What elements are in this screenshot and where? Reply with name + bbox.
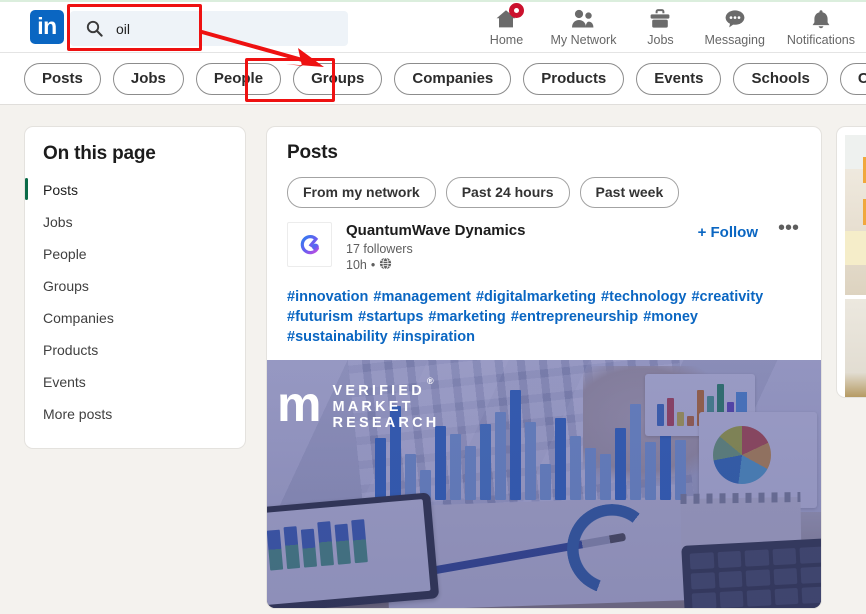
chip-from-my-network[interactable]: From my network <box>287 177 436 208</box>
post-author-followers: 17 followers <box>346 242 694 256</box>
nav-icon-group: Home My Network <box>473 2 866 55</box>
nav-my-network-label: My Network <box>550 33 616 47</box>
post-hashtags: #innovation #management #digitalmarketin… <box>267 273 821 360</box>
follow-button[interactable]: + Follow <box>694 222 762 243</box>
sidebar-item-groups[interactable]: Groups <box>25 270 245 302</box>
hashtag-sustainability[interactable]: #sustainability <box>287 329 388 345</box>
right-card-image: S C <box>845 135 866 295</box>
vmr-wordmark: VERIFIED® MARKET RESEARCH <box>332 378 439 431</box>
nav-messaging[interactable]: Messaging <box>693 2 775 47</box>
hashtag-startups[interactable]: #startups <box>358 309 423 325</box>
nav-jobs[interactable]: Jobs <box>627 2 693 47</box>
nav-my-network[interactable]: My Network <box>539 2 627 47</box>
hashtag-futurism[interactable]: #futurism <box>287 309 353 325</box>
sidebar-item-products[interactable]: Products <box>25 334 245 366</box>
home-notification-badge <box>509 3 524 18</box>
post-time: 10h <box>346 258 367 272</box>
filter-pill-groups[interactable]: Groups <box>293 63 382 95</box>
hashtag-money[interactable]: #money <box>643 309 698 325</box>
search-input[interactable]: oil <box>70 11 348 46</box>
briefcase-icon <box>648 6 672 32</box>
post-author-block: QuantumWave Dynamics 17 followers 10h • <box>346 222 694 273</box>
filter-pill-posts[interactable]: Posts <box>24 63 101 95</box>
hashtag-management[interactable]: #management <box>373 289 471 305</box>
filter-pill-companies[interactable]: Companies <box>394 63 511 95</box>
globe-icon <box>379 257 392 273</box>
linkedin-logo[interactable]: in <box>30 10 64 44</box>
chip-past-24-hours[interactable]: Past 24 hours <box>446 177 570 208</box>
filter-pill-jobs[interactable]: Jobs <box>113 63 184 95</box>
nav-home[interactable]: Home <box>473 2 539 47</box>
search-query-text: oil <box>116 21 130 37</box>
hashtag-technology[interactable]: #technology <box>601 289 686 305</box>
post-media-image[interactable]: m VERIFIED® MARKET RESEARCH <box>267 360 822 608</box>
message-bubble-icon <box>723 6 747 32</box>
hashtag-entrepreneurship[interactable]: #entrepreneurship <box>511 309 638 325</box>
sidebar-item-more-posts[interactable]: More posts <box>25 398 245 430</box>
nav-home-label: Home <box>490 33 523 47</box>
verified-market-research-watermark: m VERIFIED® MARKET RESEARCH <box>277 378 439 431</box>
filter-pill-events[interactable]: Events <box>636 63 721 95</box>
main-content-area: On this page Posts Jobs People Groups Co… <box>0 106 866 614</box>
right-side-partial-card[interactable]: S C <box>836 126 866 398</box>
posts-card-title: Posts <box>267 127 821 164</box>
hashtag-innovation[interactable]: #innovation <box>287 289 368 305</box>
sidebar-item-people[interactable]: People <box>25 238 245 270</box>
filter-pill-products[interactable]: Products <box>523 63 624 95</box>
filter-pill-schools[interactable]: Schools <box>733 63 827 95</box>
filter-pill-people[interactable]: People <box>196 63 281 95</box>
sidebar-item-events[interactable]: Events <box>25 366 245 398</box>
vmr-line-1: VERIFIED <box>332 383 424 399</box>
post-time-separator: • <box>371 258 375 272</box>
people-icon <box>570 6 596 32</box>
post-timestamp-row: 10h • <box>346 257 694 273</box>
posts-results-card: Posts From my network Past 24 hours Past… <box>266 126 822 609</box>
post-header: QuantumWave Dynamics 17 followers 10h • <box>267 222 821 273</box>
hashtag-digitalmarketing[interactable]: #digitalmarketing <box>476 289 596 305</box>
linkedin-search-page: in oil Home <box>0 0 866 614</box>
hashtag-inspiration[interactable]: #inspiration <box>393 329 475 345</box>
on-this-page-title: On this page <box>25 143 245 174</box>
vmr-trademark: ® <box>427 376 434 386</box>
post-more-options-button[interactable]: ••• <box>774 222 803 234</box>
nav-notifications[interactable]: Notifications <box>776 2 866 47</box>
top-navigation-bar: in oil Home <box>0 0 866 53</box>
sidebar-item-posts[interactable]: Posts <box>25 174 245 206</box>
vmr-mark-glyph: m <box>277 386 318 422</box>
post-author-name[interactable]: QuantumWave Dynamics <box>346 222 694 240</box>
home-icon <box>494 6 518 32</box>
on-this-page-card: On this page Posts Jobs People Groups Co… <box>24 126 246 449</box>
vmr-line-2: MARKET <box>332 399 413 415</box>
hashtag-creativity[interactable]: #creativity <box>691 289 763 305</box>
bell-icon <box>809 6 833 32</box>
search-icon <box>86 20 103 37</box>
right-card-body <box>845 299 866 397</box>
search-filter-pill-bar: Posts Jobs People Groups Companies Produ… <box>0 53 866 105</box>
posts-filter-chip-row: From my network Past 24 hours Past week <box>267 164 821 222</box>
chip-past-week[interactable]: Past week <box>580 177 680 208</box>
nav-notifications-label: Notifications <box>787 33 855 47</box>
hashtag-marketing[interactable]: #marketing <box>428 309 505 325</box>
filter-pill-courses[interactable]: Courses <box>840 63 866 95</box>
sidebar-item-jobs[interactable]: Jobs <box>25 206 245 238</box>
nav-messaging-label: Messaging <box>704 33 764 47</box>
company-logo-avatar[interactable] <box>287 222 332 267</box>
sidebar-item-companies[interactable]: Companies <box>25 302 245 334</box>
nav-jobs-label: Jobs <box>647 33 673 47</box>
vmr-line-3: RESEARCH <box>332 415 439 431</box>
